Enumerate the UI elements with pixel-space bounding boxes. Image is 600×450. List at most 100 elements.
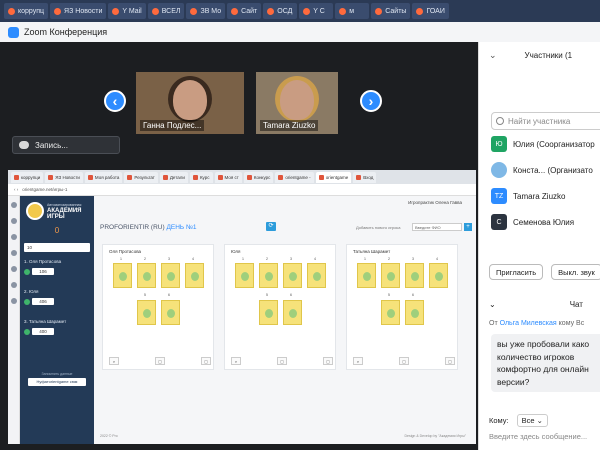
chat-to-select[interactable]: Все ⌄ <box>516 414 548 427</box>
card-number: 6 <box>412 293 414 297</box>
shared-browser-tab[interactable]: Результат <box>124 171 158 183</box>
os-tab[interactable]: м <box>335 3 370 19</box>
next-page-button[interactable]: › <box>360 90 382 112</box>
shared-browser-tab[interactable]: Детали <box>159 171 188 183</box>
add-player-button[interactable]: + <box>464 223 472 231</box>
shared-browser-tab[interactable]: orientgame - <box>275 171 314 183</box>
os-tab[interactable]: Сайты <box>371 3 411 19</box>
video-tile-2[interactable]: Tamara Ziuzko <box>256 72 338 134</box>
shared-browser-tab[interactable]: orientgame <box>315 171 352 183</box>
participant-name: Конста... (Организато <box>513 165 593 175</box>
browser-side-dock <box>8 196 20 444</box>
zoom-icon[interactable]: ⌕ <box>231 357 241 365</box>
game-card[interactable] <box>161 263 180 288</box>
game-card[interactable] <box>113 263 132 288</box>
game-title-day: ДЕНЬ №1 <box>166 224 197 231</box>
player-entry-3: 3. Татьяна Шарамет 400 <box>24 318 90 335</box>
participant-search-input[interactable]: Найти участника <box>491 112 600 130</box>
player-score[interactable]: 406 <box>32 298 54 305</box>
sidebar-action-button[interactable]: Нуфатоrientgame сюм <box>28 378 86 386</box>
os-tab[interactable]: ГОАИ <box>412 3 449 19</box>
os-tab[interactable]: Y С <box>299 3 334 19</box>
board-action-icon[interactable]: ▢ <box>155 357 165 365</box>
shared-browser-tab[interactable]: Конкурс <box>243 171 274 183</box>
face-shape <box>280 80 314 120</box>
card-number: 5 <box>388 293 390 297</box>
chat-input[interactable]: Введите здесь сообщение... <box>489 432 600 441</box>
tab-favicon-icon <box>356 174 362 180</box>
game-card[interactable] <box>381 263 400 288</box>
footer-copyright: 2022 © Pro <box>100 434 118 438</box>
os-tab[interactable]: ЯЗ Новости <box>50 3 107 19</box>
participant-row[interactable]: Конста... (Организато <box>491 162 600 178</box>
board-action-icon[interactable]: ▢ <box>445 357 455 365</box>
shared-browser-tabs: коррупци ЯЗ Новости Моя работа Результат Дет… <box>8 170 476 184</box>
mute-all-button[interactable]: Выкл. звук <box>551 264 600 280</box>
game-card[interactable] <box>235 263 254 288</box>
participant-row[interactable]: Ю Юлия (Соорганизатор <box>491 136 600 152</box>
board-action-icon[interactable]: ▢ <box>323 357 333 365</box>
game-card[interactable] <box>283 263 302 288</box>
refresh-button[interactable]: ⟳ <box>266 222 276 231</box>
tab-favicon-icon <box>48 174 54 180</box>
game-card[interactable] <box>259 263 278 288</box>
shared-browser-tab[interactable]: ЯЗ Новости <box>45 171 83 183</box>
os-tab[interactable]: Y Mail <box>108 3 146 19</box>
player-score[interactable]: 106 <box>32 268 54 275</box>
board-action-icon[interactable]: ▢ <box>277 357 287 365</box>
shared-browser-tab[interactable]: Моя ст <box>214 171 242 183</box>
os-tab-label: м <box>349 7 355 15</box>
game-card[interactable] <box>259 300 278 325</box>
board-action-icon[interactable]: ▢ <box>399 357 409 365</box>
game-card[interactable] <box>283 300 302 325</box>
recording-indicator[interactable]: Запись... <box>12 136 120 154</box>
participant-row[interactable]: TZ Tamara Ziuzko <box>491 188 600 204</box>
invite-button[interactable]: Пригласить <box>489 264 544 280</box>
game-card[interactable] <box>357 263 376 288</box>
game-card[interactable] <box>307 263 326 288</box>
os-tab[interactable]: Сайт <box>227 3 262 19</box>
chat-sender[interactable]: Ольга Милевская <box>500 320 557 327</box>
zoom-icon[interactable]: ⌕ <box>353 357 363 365</box>
video-tile-1[interactable]: Ганна Подлес... <box>136 72 244 134</box>
participants-chat-panel: ⌄ Участники (1 Найти участника Ю Юлия (Со… <box>478 42 600 450</box>
game-card[interactable] <box>429 263 448 288</box>
shared-tab-label: коррупци <box>21 174 41 180</box>
shared-browser-tab[interactable]: Курс <box>189 171 213 183</box>
chevron-left-icon: ‹ <box>112 93 118 109</box>
round-input[interactable]: 10 <box>24 243 90 252</box>
os-tab[interactable]: ЗВ Мо <box>186 3 226 19</box>
user-line[interactable]: Игропрактик Олена Гавва <box>408 200 462 205</box>
add-player-input[interactable]: Введите ФИО <box>412 223 462 231</box>
token-icon <box>24 298 30 305</box>
game-card[interactable] <box>137 300 156 325</box>
game-card[interactable] <box>405 263 424 288</box>
board-action-icon[interactable]: ▢ <box>201 357 211 365</box>
card-number: 2 <box>266 257 268 261</box>
game-card[interactable] <box>185 263 204 288</box>
player-score[interactable]: 400 <box>32 328 54 335</box>
os-tab-label: коррупц <box>18 7 45 15</box>
os-tab-label: Сайт <box>241 7 258 15</box>
search-icon <box>496 117 504 125</box>
prev-page-button[interactable]: ‹ <box>104 90 126 112</box>
player-name: 1. Оля Протасова <box>24 259 62 264</box>
chevron-down-icon[interactable]: ⌄ <box>489 50 497 61</box>
card-number: 1 <box>242 257 244 261</box>
game-card[interactable] <box>381 300 400 325</box>
os-tab[interactable]: ОСД <box>263 3 298 19</box>
card-number: 5 <box>266 293 268 297</box>
os-tab[interactable]: ВСЕЛ <box>147 3 185 19</box>
game-card[interactable] <box>161 300 180 325</box>
chevron-down-icon[interactable]: ⌄ <box>489 300 496 309</box>
os-tab[interactable]: коррупц <box>4 3 49 19</box>
card-number: 3 <box>290 257 292 261</box>
participant-row[interactable]: С Семенова Юлия <box>491 214 600 230</box>
zoom-icon[interactable]: ⌕ <box>109 357 119 365</box>
tab-favicon-icon <box>246 174 252 180</box>
game-card[interactable] <box>405 300 424 325</box>
game-card[interactable] <box>137 263 156 288</box>
shared-browser-tab[interactable]: Вход <box>353 171 377 183</box>
shared-browser-tab[interactable]: коррупци <box>11 171 44 183</box>
shared-browser-tab[interactable]: Моя работа <box>84 171 123 183</box>
